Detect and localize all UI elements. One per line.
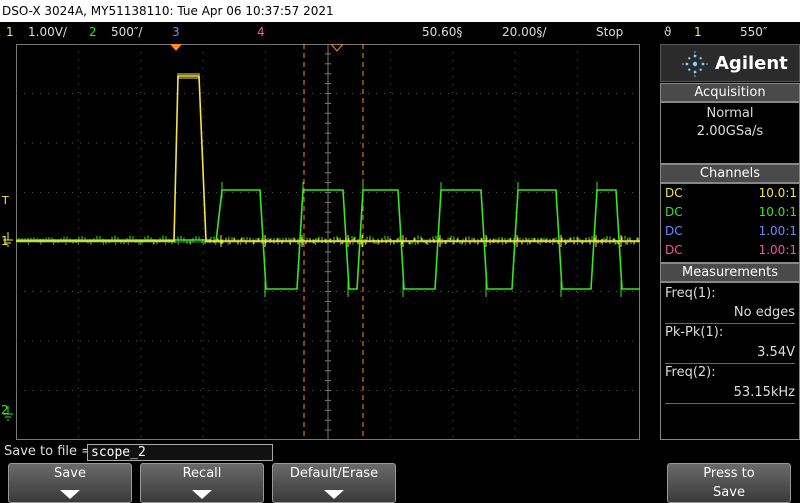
- measurements-header[interactable]: Measurements: [660, 263, 800, 282]
- default-erase-softkey-label: Default/Erase: [289, 466, 379, 481]
- ch2-probe: 10.0:1: [758, 205, 797, 219]
- ch4-number[interactable]: 4: [257, 22, 265, 42]
- press-to-save-label-line2: Save: [713, 485, 745, 500]
- ch1-noise-band: [177, 73, 639, 247]
- save-softkey[interactable]: Save: [8, 463, 132, 503]
- trigger-position-icon: [170, 44, 182, 51]
- horizontal-delay[interactable]: 50.60§: [422, 22, 462, 42]
- ch2-ground-icon: [3, 406, 13, 421]
- channel-row-1: DC 10.0:1: [665, 185, 797, 201]
- acquisition-header[interactable]: Acquisition: [660, 83, 800, 102]
- ch2-number[interactable]: 2: [89, 22, 97, 42]
- ch1-coupling: DC: [665, 186, 683, 200]
- agilent-logo: Agilent: [660, 44, 800, 82]
- channel-row-3: DC 1.00:1: [665, 223, 797, 239]
- meas-freq1-value: No edges: [733, 305, 795, 320]
- channels-panel: DC 10.0:1 DC 10.0:1 DC 1.00:1 DC 1.00:1: [660, 183, 800, 263]
- file-name-input[interactable]: scope_2: [87, 444, 273, 461]
- save-file-label: Save to file =: [4, 444, 93, 459]
- meas-pkpk1-value: 3.54V: [757, 345, 795, 360]
- channels-header[interactable]: Channels: [660, 164, 800, 183]
- spark-burst-icon: [682, 51, 708, 77]
- meas-divider: [665, 403, 795, 404]
- channel-row-4: DC 1.00:1: [665, 242, 797, 258]
- trigger-source[interactable]: 1: [694, 22, 702, 42]
- arrow-down-icon: [324, 490, 344, 499]
- sample-rate: 2.00GSa/s: [696, 124, 764, 139]
- ch1-ground-icon: [3, 232, 13, 247]
- meas-freq2-value: 53.15kHz: [733, 385, 795, 400]
- ch1-number[interactable]: 1: [6, 22, 14, 42]
- measurements-panel: Freq(1): No edges Pk-Pk(1): 3.54V Freq(2…: [660, 282, 800, 440]
- ch4-probe: 1.00:1: [758, 243, 797, 257]
- channel-row-2: DC 10.0:1: [665, 204, 797, 220]
- status-bar: 1 1.00V/ 2 500″/ 3 4 50.60§ 20.00§/ Stop…: [0, 22, 800, 42]
- window-title-bar: DSO-X 3024A, MY51138110: Tue Apr 06 10:3…: [0, 0, 800, 22]
- run-state[interactable]: Stop: [596, 22, 623, 42]
- ch4-coupling: DC: [665, 243, 683, 257]
- side-panel: Agilent Acquisition Normal 2.00GSa/s Cha…: [660, 44, 800, 440]
- ch3-coupling: DC: [665, 224, 683, 238]
- acquisition-panel: Normal 2.00GSa/s: [660, 102, 800, 164]
- meas-freq1-label: Freq(1):: [665, 286, 716, 301]
- meas-divider: [665, 323, 795, 324]
- waveform-display[interactable]: [16, 44, 640, 440]
- ch1-probe: 10.0:1: [758, 186, 797, 200]
- meas-divider: [665, 363, 795, 364]
- press-to-save-softkey[interactable]: Press to Save: [667, 463, 791, 503]
- waveform-svg: [16, 44, 640, 440]
- brand-name: Agilent: [715, 53, 788, 74]
- meas-freq2-label: Freq(2):: [665, 365, 716, 380]
- ch2-coupling: DC: [665, 205, 683, 219]
- save-to-file-row: Save to file = scope_2: [0, 443, 800, 461]
- ch3-number[interactable]: 3: [172, 22, 180, 42]
- timebase-scale[interactable]: 20.00§/: [502, 22, 546, 42]
- save-softkey-label: Save: [54, 466, 86, 481]
- recall-softkey[interactable]: Recall: [140, 463, 264, 503]
- arrow-down-icon: [60, 490, 80, 499]
- trigger-level-marker[interactable]: T: [2, 194, 9, 207]
- trigger-level[interactable]: 550″: [740, 22, 767, 42]
- ch3-probe: 1.00:1: [758, 224, 797, 238]
- window-title: DSO-X 3024A, MY51138110: Tue Apr 06 10:3…: [2, 4, 334, 18]
- meas-pkpk1-label: Pk-Pk(1):: [665, 325, 724, 340]
- default-erase-softkey[interactable]: Default/Erase: [272, 463, 396, 503]
- trigger-edge-icon: ϑ: [664, 25, 672, 39]
- acquisition-mode: Normal: [706, 106, 754, 121]
- recall-softkey-label: Recall: [182, 466, 222, 481]
- ch1-scale[interactable]: 1.00V/: [28, 22, 67, 42]
- press-to-save-label-line1: Press to: [703, 466, 755, 481]
- arrow-down-icon: [192, 490, 212, 499]
- delay-reference-icon: [330, 44, 344, 52]
- ch2-scale[interactable]: 500″/: [111, 22, 142, 42]
